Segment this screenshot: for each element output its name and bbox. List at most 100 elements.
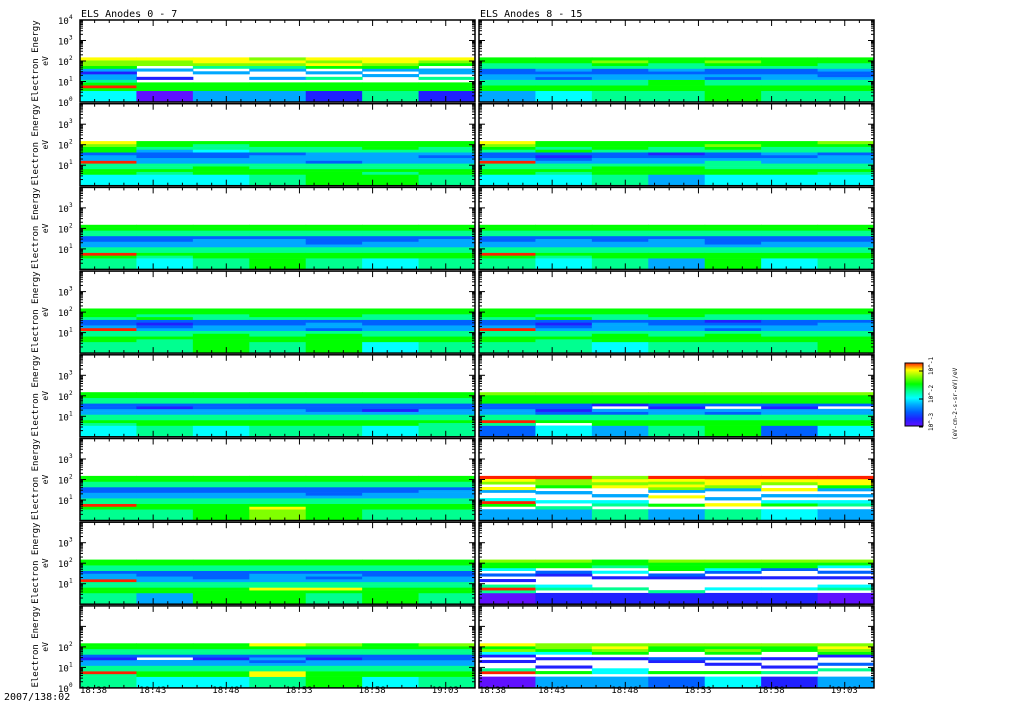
flux-cell	[817, 311, 875, 315]
flux-cell	[362, 562, 420, 566]
flux-cell	[591, 325, 649, 329]
flux-cell	[136, 319, 194, 323]
flux-cell	[817, 154, 875, 159]
flux-cell	[479, 238, 536, 242]
y-tick-exponent: 1	[69, 327, 73, 334]
flux-cell	[192, 152, 250, 156]
flux-cell	[648, 484, 706, 488]
flux-cell	[136, 62, 194, 67]
flux-cell	[479, 163, 536, 167]
flux-cell	[418, 241, 476, 245]
flux-cell	[479, 166, 536, 170]
x-tick-label: 18:38	[80, 686, 107, 696]
flux-cell	[80, 141, 137, 145]
flux-cell	[136, 581, 194, 585]
flux-cell	[591, 484, 649, 489]
flux-cell	[648, 425, 706, 438]
flux-cell	[418, 244, 476, 248]
flux-cell	[80, 492, 137, 496]
flux-cell	[704, 327, 762, 332]
flux-cell	[479, 74, 536, 78]
flux-cell	[362, 90, 420, 103]
flux-cell	[305, 573, 363, 577]
flux-cell	[80, 567, 137, 572]
flux-cell	[418, 570, 476, 574]
spectrogram-panel: 10 110 210 3Electron Energy eV	[31, 437, 476, 522]
flux-cell	[704, 314, 762, 318]
flux-cell	[817, 408, 875, 412]
flux-cell	[479, 406, 536, 410]
flux-cell	[535, 238, 593, 242]
y-axis-units: eV	[41, 56, 50, 66]
flux-cell	[136, 565, 194, 569]
flux-cell	[80, 400, 137, 404]
flux-cell	[418, 90, 476, 103]
flux-cell	[362, 319, 420, 323]
flux-cell	[305, 308, 363, 312]
flux-cell	[648, 160, 706, 164]
flux-cell	[136, 592, 194, 605]
flux-cell	[80, 657, 137, 661]
flux-cell	[761, 249, 819, 253]
flux-cell	[305, 314, 363, 318]
y-axis-units: eV	[41, 475, 50, 485]
y-axis-units: eV	[41, 140, 50, 150]
flux-cell	[704, 157, 762, 161]
flux-cell	[305, 500, 363, 504]
flux-cell	[305, 76, 363, 80]
flux-cell	[305, 392, 363, 396]
flux-cell	[535, 258, 593, 270]
flux-cell	[535, 394, 593, 399]
flux-cell	[761, 174, 819, 186]
flux-cell	[362, 659, 420, 664]
flux-cell	[418, 579, 476, 583]
flux-cell	[535, 241, 593, 245]
flux-cell	[362, 581, 420, 585]
flux-cell	[591, 85, 649, 89]
colorbar-tick-label: 10^-1	[928, 357, 935, 375]
flux-cell	[535, 573, 593, 577]
flux-cell	[704, 562, 762, 566]
flux-cell	[305, 643, 363, 647]
flux-cell	[817, 68, 875, 72]
flux-cell	[704, 241, 762, 245]
flux-cell	[704, 233, 762, 237]
flux-cell	[80, 330, 137, 334]
flux-cell	[535, 146, 593, 150]
flux-cell	[192, 249, 250, 253]
y-tick-exponent: 2	[69, 306, 73, 313]
flux-cell	[479, 478, 536, 482]
flux-cell	[817, 414, 875, 418]
flux-cell	[704, 478, 762, 483]
flux-cell	[80, 224, 137, 228]
flux-cell	[305, 336, 363, 340]
y-tick-exponent: 1	[69, 410, 73, 417]
flux-cell	[249, 166, 307, 170]
flux-cell	[192, 492, 250, 496]
flux-cell	[136, 392, 194, 396]
flux-cell	[136, 235, 194, 239]
flux-cell	[761, 481, 819, 486]
flux-cell	[817, 488, 875, 492]
flux-cell	[479, 311, 536, 315]
flux-cell	[305, 168, 363, 172]
y-axis-units: eV	[41, 558, 50, 568]
flux-cell	[192, 559, 250, 563]
flux-cell	[305, 651, 363, 655]
flux-cell	[479, 68, 536, 72]
flux-cell	[535, 411, 593, 415]
flux-cell	[817, 71, 875, 75]
flux-cell	[305, 565, 363, 569]
flux-cell	[817, 146, 875, 150]
flux-cell	[817, 87, 875, 92]
flux-cell	[305, 487, 363, 491]
flux-cell	[418, 154, 476, 159]
flux-cell	[761, 62, 819, 67]
flux-cell	[479, 71, 536, 75]
flux-cell	[479, 171, 536, 175]
flux-cell	[80, 406, 137, 410]
flux-cell	[192, 238, 250, 242]
x-tick-label: 18:58	[359, 686, 386, 696]
flux-cell	[305, 149, 363, 153]
flux-cell	[136, 400, 194, 404]
